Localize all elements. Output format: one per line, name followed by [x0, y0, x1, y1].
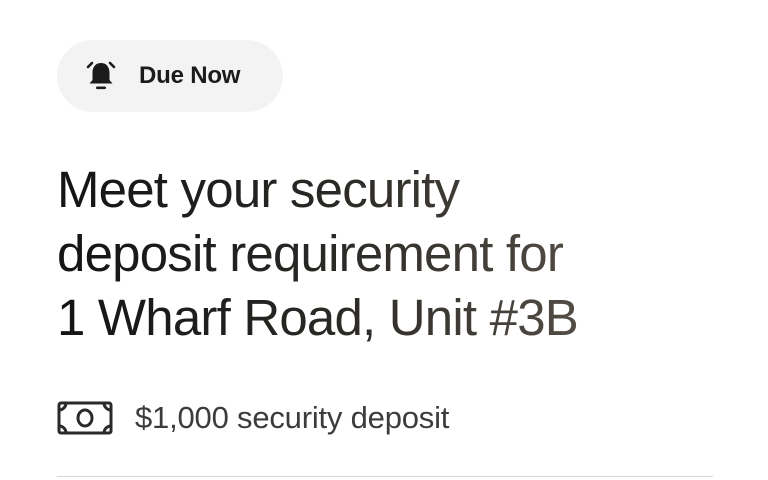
badge-label: Due Now — [139, 62, 241, 89]
deposit-amount-row: $1,000 security deposit — [57, 400, 449, 436]
title-line: 1 Wharf Road, Unit #3B — [57, 289, 578, 346]
alarm-bell-icon — [81, 56, 121, 96]
due-now-badge: Due Now — [57, 40, 283, 112]
title-line: Meet your security — [57, 161, 460, 218]
money-bill-icon — [57, 401, 113, 435]
divider — [57, 476, 713, 477]
deposit-amount-label: $1,000 security deposit — [135, 400, 450, 435]
page-title: Meet your security deposit requirement f… — [57, 158, 737, 350]
title-line: deposit requirement for — [57, 225, 564, 282]
